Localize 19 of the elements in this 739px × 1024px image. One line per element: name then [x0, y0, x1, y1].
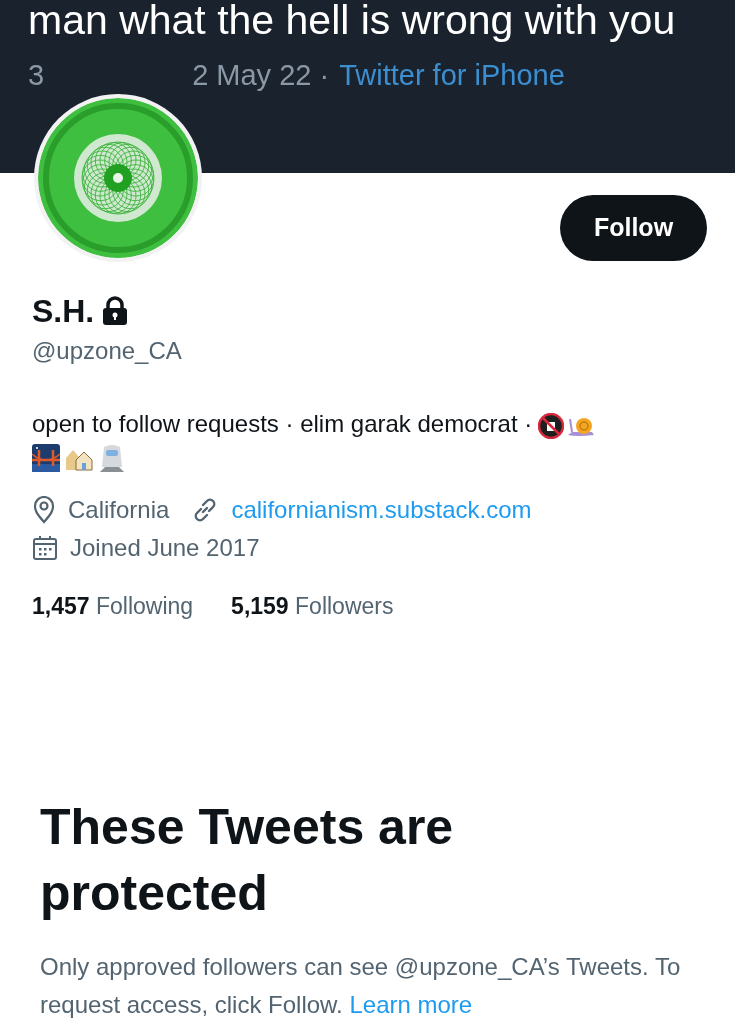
calendar-icon: [32, 535, 58, 561]
bridge-icon: [32, 444, 60, 472]
profile-location: California: [68, 495, 170, 525]
protected-heading: These Tweets are protected: [39, 797, 455, 923]
follow-stat-link[interactable]: 5,159 Followers: [231, 589, 394, 624]
join-date: Joined June 2017: [70, 533, 260, 563]
follow-stat-link[interactable]: 1,457 Following: [32, 589, 194, 624]
tweet-text: man what the hell is wrong with you: [28, 0, 677, 42]
profile-bio: open to follow requests · elim garak democrat ·: [32, 410, 533, 437]
protected-message: Only approved followers can see @upzone_CA’s Tweets. To request access, click Follow. Learn more: [39, 951, 682, 1020]
train-icon: [98, 443, 126, 473]
profile-handle: @upzone_CA: [32, 336, 183, 366]
location-pin-icon: [32, 496, 56, 524]
tweet-date: 2 May 22 ·: [192, 58, 330, 93]
no-water-icon: [538, 412, 565, 439]
follow-button[interactable]: Follow: [560, 195, 707, 261]
tweet-source: Twitter for iPhone: [339, 58, 565, 93]
tweet-time: 3: [28, 58, 45, 93]
profile-name: S.H.: [32, 292, 95, 331]
